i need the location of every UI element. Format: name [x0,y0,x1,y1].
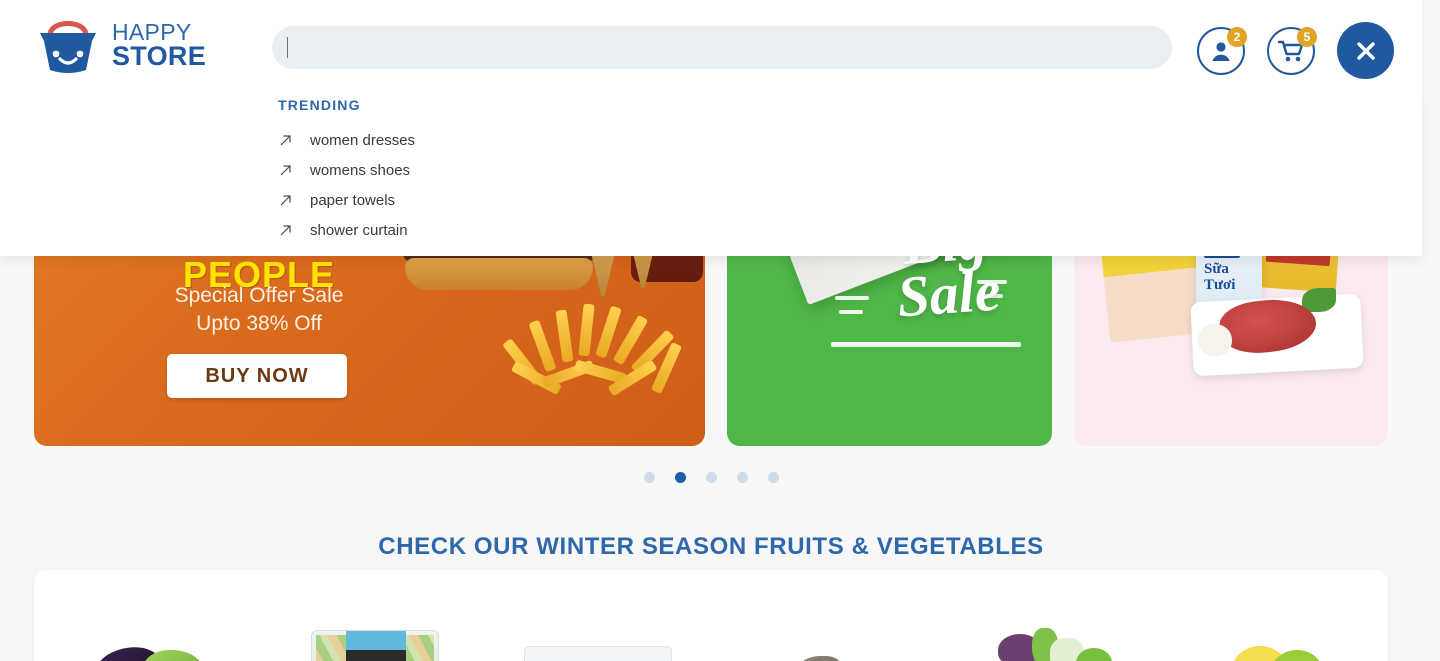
carousel-dot-4[interactable] [736,472,748,483]
product-card-mixed-vegetables-basket[interactable] [937,570,1163,661]
search-field-wrapper[interactable] [272,26,1172,69]
text-cursor [287,37,288,58]
logo-line1: HAPPY [112,18,192,45]
trending-item-label: shower curtain [310,221,408,239]
milk-brand-label: Sữa Tươi [1204,261,1236,294]
page-root: FOR TWO PEOPLE Special Offer Sale Upto 3… [0,0,1440,661]
cart-button[interactable]: 5 [1267,26,1317,75]
french-fries-icon [502,290,705,410]
banner-subtitle: Special Offer Sale Upto 38% Off [94,282,424,339]
milk-brand-line1: Sữa [1204,261,1229,277]
trend-arrow-icon [278,133,293,148]
trending-list: women dresses womens shoes paper towels … [278,125,415,245]
header-actions: 2 5 [1197,22,1394,79]
banner-subtitle-line1: Special Offer Sale [174,284,344,307]
milk-brand-line2: Tươi [1204,276,1236,293]
logo-wordmark: HAPPY STORE [112,18,207,72]
product-thumbnail [744,604,904,661]
trend-arrow-icon [278,163,293,178]
cart-badge: 5 [1297,26,1317,47]
buy-now-button[interactable]: BUY NOW [167,354,347,398]
close-search-button[interactable] [1337,22,1394,79]
banner-subtitle-line2: Upto 38% Off [196,312,322,336]
site-header: HAPPY STORE 2 5 [0,0,1422,95]
account-badge: 2 [1227,26,1247,47]
trending-item-paper-towels[interactable]: paper towels [278,185,415,215]
trending-item-label: paper towels [310,191,396,209]
product-thumbnail: Micro Hindú [293,604,453,661]
carousel-dot-1[interactable] [643,472,655,483]
close-x-icon [1356,41,1375,60]
product-card-lemon-and-lime[interactable] [1162,570,1388,661]
search-input[interactable] [272,26,1172,69]
product-card-mixed-berries-pack[interactable] [485,570,711,661]
product-card-oyster-mushrooms[interactable] [711,570,937,661]
garlic-icon [1198,324,1232,356]
site-logo[interactable]: HAPPY STORE [34,14,206,76]
product-thumbnail [1195,604,1355,661]
section-heading: CHECK OUR WINTER SEASON FRUITS & VEGETAB… [378,533,1044,560]
trend-arrow-icon [278,223,293,238]
carousel-dot-5[interactable] [767,472,779,483]
trending-item-label: womens shoes [310,161,411,179]
carousel-dot-2[interactable] [674,472,686,483]
product-thumbnail [67,604,227,661]
trending-item-label: women dresses [310,131,416,149]
product-carousel[interactable]: Micro Hindú [34,570,1388,661]
product-card-eggplant-and-pepper-pack[interactable] [34,570,260,661]
account-button[interactable]: 2 [1197,26,1247,75]
shopping-basket-smiley-icon [34,14,102,76]
carousel-dots[interactable] [0,472,1422,483]
trending-item-womens-shoes[interactable]: womens shoes [278,155,415,185]
trending-heading: TRENDING [278,97,361,113]
trending-item-women-dresses[interactable]: women dresses [278,125,415,155]
carousel-dot-3[interactable] [705,472,717,483]
product-card-florette-micro-hindu-salad[interactable]: Micro Hindú [260,570,486,661]
trend-arrow-icon [278,193,293,208]
product-thumbnail [518,604,678,661]
logo-line2: STORE [112,41,207,72]
trending-item-shower-curtain[interactable]: shower curtain [278,215,415,245]
search-suggestions-dropdown: TRENDING women dresses womens shoes pape… [0,95,1422,256]
product-thumbnail [970,604,1130,661]
